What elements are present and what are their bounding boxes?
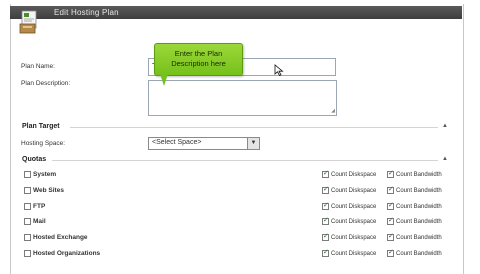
count-diskspace-label: Count Diskspace [331, 251, 377, 257]
plan-target-collapse-icon[interactable]: ▲ [442, 123, 448, 129]
count-diskspace-checkbox[interactable] [322, 169, 329, 178]
window-titlebar: Edit Hosting Plan [10, 6, 462, 19]
count-bandwidth-label: Count Bandwidth [396, 188, 442, 194]
count-diskspace-label: Count Diskspace [331, 172, 377, 178]
quotas-divider [52, 160, 438, 161]
count-diskspace-checkbox[interactable] [322, 216, 329, 225]
resize-grip-icon[interactable]: ◢ [331, 109, 335, 114]
window-title: Edit Hosting Plan [54, 8, 119, 17]
hosting-plan-icon [19, 10, 37, 34]
quota-name: FTP [33, 203, 46, 210]
count-bandwidth-label: Count Bandwidth [396, 204, 442, 210]
quota-name: Hosted Organizations [33, 250, 101, 257]
hosting-space-select[interactable]: <Select Space> ▼ [148, 137, 260, 150]
tooltip-text: Enter the Plan Description here [171, 49, 226, 68]
chevron-down-icon[interactable]: ▼ [247, 138, 259, 149]
count-diskspace-label: Count Diskspace [331, 219, 377, 225]
count-bandwidth-label: Count Bandwidth [396, 219, 442, 225]
plan-description-textarea[interactable]: ◢ [148, 80, 337, 116]
quotas-collapse-icon[interactable]: ▲ [442, 156, 448, 162]
count-bandwidth-label: Count Bandwidth [396, 251, 442, 257]
count-bandwidth-label: Count Bandwidth [396, 235, 442, 241]
quota-enable-checkbox[interactable] [24, 234, 31, 241]
count-bandwidth-checkbox[interactable] [387, 248, 394, 257]
quota-name: Mail [33, 218, 46, 225]
quota-name: Hosted Exchange [33, 234, 88, 241]
count-diskspace-label: Count Diskspace [331, 204, 377, 210]
quota-enable-checkbox[interactable] [24, 171, 31, 178]
count-diskspace-checkbox[interactable] [322, 232, 329, 241]
mouse-cursor-icon [274, 64, 284, 76]
hosting-space-selected-value: <Select Space> [152, 139, 202, 146]
quota-name: System [33, 171, 57, 178]
count-bandwidth-checkbox[interactable] [387, 232, 394, 241]
count-diskspace-checkbox[interactable] [322, 201, 329, 210]
tooltip-tail [160, 74, 168, 86]
quota-name: Web Sites [33, 187, 64, 194]
count-bandwidth-checkbox[interactable] [387, 169, 394, 178]
count-bandwidth-checkbox[interactable] [387, 216, 394, 225]
count-bandwidth-checkbox[interactable] [387, 185, 394, 194]
quota-enable-checkbox[interactable] [24, 203, 31, 210]
plan-name-label: Plan Name: [21, 63, 55, 70]
plan-target-divider [70, 127, 438, 128]
count-diskspace-label: Count Diskspace [331, 188, 377, 194]
hosting-space-label: Hosting Space: [21, 140, 66, 147]
description-tooltip: Enter the Plan Description here [154, 43, 243, 76]
plan-description-label: Plan Description: [21, 80, 71, 87]
quota-enable-checkbox[interactable] [24, 218, 31, 225]
quota-enable-checkbox[interactable] [24, 187, 31, 194]
plan-target-heading: Plan Target [22, 123, 60, 130]
count-diskspace-checkbox[interactable] [322, 185, 329, 194]
quota-enable-checkbox[interactable] [24, 250, 31, 257]
count-bandwidth-label: Count Bandwidth [396, 172, 442, 178]
count-diskspace-checkbox[interactable] [322, 248, 329, 257]
quotas-heading: Quotas [22, 156, 47, 163]
count-bandwidth-checkbox[interactable] [387, 201, 394, 210]
count-diskspace-label: Count Diskspace [331, 235, 377, 241]
